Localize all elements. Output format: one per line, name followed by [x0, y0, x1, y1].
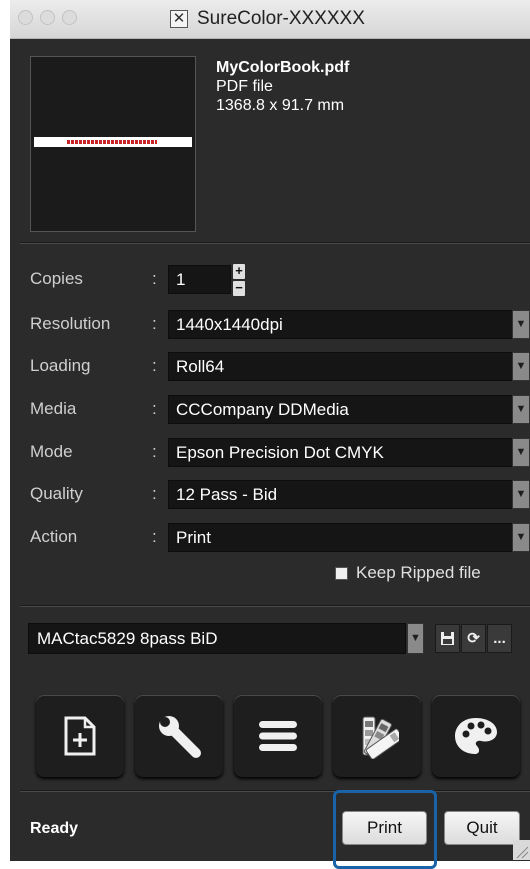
loading-row: Loading : Roll64 ▼ — [10, 351, 530, 381]
loading-select[interactable]: Roll64 — [168, 352, 530, 381]
colon: : — [152, 356, 157, 375]
divider — [20, 605, 530, 607]
quality-select[interactable]: 12 Pass - Bid — [168, 480, 530, 509]
file-size: 1368.8 x 91.7 mm — [216, 97, 345, 114]
quit-button[interactable]: Quit — [444, 811, 520, 845]
zoom-window-button[interactable] — [62, 10, 77, 25]
divider — [20, 790, 530, 792]
save-preset-button[interactable] — [435, 624, 460, 653]
resolution-row: Resolution : 1440x1440dpi ▼ — [10, 309, 530, 339]
keep-ripped-label: Keep Ripped file — [356, 563, 481, 582]
preview-color-dots — [67, 140, 157, 144]
mode-select[interactable]: Epson Precision Dot CMYK — [168, 438, 530, 467]
chevron-down-icon[interactable]: ▼ — [512, 310, 530, 339]
add-page-button[interactable] — [36, 695, 124, 777]
refresh-preset-button[interactable]: ⟳ — [461, 624, 486, 653]
action-row: Action : Print ▼ — [10, 522, 530, 552]
file-type: PDF file — [216, 78, 273, 95]
quality-row: Quality : 12 Pass - Bid ▼ — [10, 479, 530, 509]
loading-label: Loading — [30, 356, 91, 375]
action-label: Action — [30, 527, 78, 546]
chevron-down-icon[interactable]: ▼ — [512, 352, 530, 381]
wrench-icon — [159, 716, 201, 758]
quality-label: Quality — [30, 484, 83, 503]
file-name: MyColorBook.pdf — [216, 59, 350, 76]
file-info: MyColorBook.pdf PDF file 1368.8 x 91.7 m… — [216, 58, 349, 115]
copies-stepper[interactable]: + − — [233, 264, 245, 296]
settings-tool-button[interactable] — [135, 695, 223, 777]
colon: : — [152, 484, 157, 503]
palette-icon — [455, 718, 497, 754]
color-palette-button[interactable] — [432, 695, 520, 777]
chevron-down-icon[interactable]: ▼ — [407, 623, 424, 654]
copies-label: Copies — [30, 269, 83, 288]
print-window: ✕ SureColor-XXXXXX MyColorBook.pdf PDF f… — [10, 0, 530, 861]
title-group: ✕ SureColor-XXXXXX — [170, 8, 365, 30]
preset-select[interactable]: MACtac5829 8pass BiD — [28, 623, 406, 654]
list-icon — [259, 721, 297, 751]
resize-grip-icon — [516, 846, 529, 859]
floppy-disk-icon — [441, 632, 454, 645]
chevron-down-icon[interactable]: ▼ — [512, 480, 530, 509]
colon: : — [152, 269, 157, 288]
colon: : — [152, 442, 157, 461]
add-page-icon — [64, 716, 96, 756]
x-app-icon: ✕ — [170, 10, 188, 28]
colon: : — [152, 399, 157, 418]
media-label: Media — [30, 399, 77, 418]
resize-grip[interactable] — [513, 840, 530, 860]
mode-row: Mode : Epson Precision Dot CMYK ▼ — [10, 437, 530, 467]
color-swatch-icon — [362, 716, 399, 759]
title-bar[interactable]: ✕ SureColor-XXXXXX — [10, 0, 530, 39]
minimize-window-button[interactable] — [40, 10, 55, 25]
color-swatch-button[interactable] — [333, 695, 421, 777]
chevron-down-icon[interactable]: ▼ — [512, 523, 530, 552]
media-row: Media : CCCompany DDMedia ▼ — [10, 394, 530, 424]
resolution-select[interactable]: 1440x1440dpi — [168, 310, 530, 339]
close-window-button[interactable] — [18, 10, 33, 25]
preview-strip — [34, 137, 192, 147]
job-list-button[interactable] — [234, 695, 322, 777]
copies-input[interactable]: 1 — [168, 265, 231, 294]
window-title: SureColor-XXXXXX — [197, 8, 365, 29]
divider — [20, 242, 530, 244]
file-preview — [30, 56, 196, 232]
mode-label: Mode — [30, 442, 73, 461]
status-text: Ready — [30, 820, 79, 837]
chevron-down-icon[interactable]: ▼ — [512, 438, 530, 467]
colon: : — [152, 527, 157, 546]
more-label: ... — [493, 630, 506, 647]
refresh-icon: ⟳ — [467, 630, 480, 647]
media-select[interactable]: CCCompany DDMedia — [168, 395, 530, 424]
colon: : — [152, 314, 157, 333]
print-button[interactable]: Print — [342, 811, 427, 845]
keep-ripped-checkbox[interactable] — [335, 566, 348, 580]
chevron-down-icon[interactable]: ▼ — [512, 395, 530, 424]
keep-ripped-option[interactable]: Keep Ripped file — [335, 563, 481, 583]
copies-row: Copies : 1 + − — [10, 264, 530, 296]
more-preset-button[interactable]: ... — [487, 624, 512, 653]
decrement-button[interactable]: − — [233, 281, 245, 296]
increment-button[interactable]: + — [233, 264, 245, 279]
resolution-label: Resolution — [30, 314, 111, 333]
action-select[interactable]: Print — [168, 523, 530, 552]
